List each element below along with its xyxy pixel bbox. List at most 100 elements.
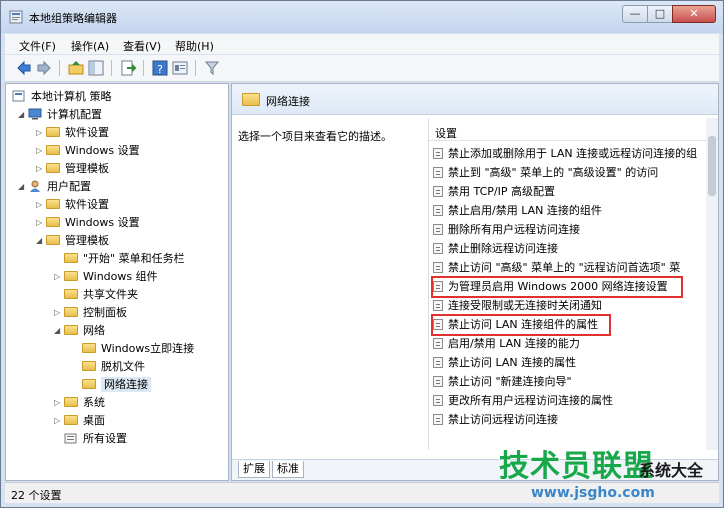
title-bar: 本地组策略编辑器 — □ ✕ [1,1,723,33]
toolbar-separator [195,60,196,76]
menu-file[interactable]: 文件(F) [19,38,56,54]
folder-icon [46,163,60,173]
setting-row[interactable]: 禁止添加或删除用于 LAN 连接或远程访问连接的组 [429,145,707,163]
tree-item-win-components[interactable]: ▷ Windows 组件 [54,268,158,286]
folder-icon [64,307,78,317]
forward-icon[interactable] [35,59,53,77]
expanded-arrow-icon[interactable]: ◢ [18,110,28,119]
tree-item-u-admin[interactable]: ◢ 管理模板 [36,232,109,250]
folder-icon [64,253,78,263]
tree-item-network-connections[interactable]: 网络连接 [82,376,151,394]
export-list-icon[interactable] [119,59,137,77]
policy-root-icon [12,90,25,102]
setting-row[interactable]: 禁止访问 LAN 连接的属性 [429,354,707,372]
folder-icon [64,289,78,299]
tree-item-shared-folders[interactable]: 共享文件夹 [64,286,138,304]
policy-setting-icon [433,413,443,425]
folder-icon [46,127,60,137]
setting-row[interactable]: 禁止到 "高级" 菜单上的 "高级设置" 的访问 [429,164,707,182]
tree-item-c-windows[interactable]: ▷ Windows 设置 [36,142,140,160]
setting-row[interactable]: 删除所有用户远程访问连接 [429,221,707,239]
tab-extended[interactable]: 扩展 [238,461,270,478]
status-text: 22 个设置 [11,489,62,502]
collapsed-arrow-icon[interactable]: ▷ [54,416,64,425]
collapsed-arrow-icon[interactable]: ▷ [54,308,64,317]
folder-icon [64,415,78,425]
setting-row[interactable]: 禁止删除远程访问连接 [429,240,707,258]
tree-item-start-menu[interactable]: "开始" 菜单和任务栏 [64,250,185,268]
pane-header: 网络连接 [232,84,718,115]
up-folder-icon[interactable] [67,59,85,77]
scrollbar-thumb[interactable] [708,136,716,196]
menu-help[interactable]: 帮助(H) [175,38,214,54]
user-icon [30,180,40,192]
show-hide-tree-icon[interactable] [87,59,105,77]
policy-setting-icon [433,261,443,273]
tree-item-u-software[interactable]: ▷ 软件设置 [36,196,109,214]
policy-setting-icon [433,223,443,235]
setting-row[interactable]: 启用/禁用 LAN 连接的能力 [429,335,707,353]
tree-item-system[interactable]: ▷ 系统 [54,394,105,412]
tree-item-all-settings[interactable]: 所有设置 [64,430,127,448]
tree-item-network[interactable]: ◢ 网络 [54,322,105,340]
policy-setting-icon [433,375,443,387]
setting-row[interactable]: 禁止访问 "高级" 菜单上的 "远程访问首选项" 菜 [429,259,707,277]
expanded-arrow-icon[interactable]: ◢ [54,326,64,335]
setting-row[interactable]: 更改所有用户远程访问连接的属性 [429,392,707,410]
description-text: 选择一个项目来查看它的描述。 [238,130,392,143]
help-icon[interactable]: ? [151,59,169,77]
tree-item-c-software[interactable]: ▷ 软件设置 [36,124,109,142]
maximize-button[interactable]: □ [647,5,673,23]
menu-bar: 文件(F) 操作(A) 查看(V) 帮助(H) [5,34,719,54]
policy-setting-icon [433,394,443,406]
collapsed-arrow-icon[interactable]: ▷ [54,398,64,407]
folder-icon [64,325,78,335]
folder-icon [64,271,78,281]
minimize-button[interactable]: — [622,5,648,23]
collapsed-arrow-icon[interactable]: ▷ [36,164,46,173]
tree-item-c-admin[interactable]: ▷ 管理模板 [36,160,109,178]
back-icon[interactable] [15,59,33,77]
close-button[interactable]: ✕ [672,5,716,23]
collapsed-arrow-icon[interactable]: ▷ [54,272,64,281]
expanded-arrow-icon[interactable]: ◢ [36,236,46,245]
tree-item-user-config[interactable]: ◢ 用户配置 [18,178,91,196]
tree-item-control-panel[interactable]: ▷ 控制面板 [54,304,127,322]
policy-setting-icon [433,356,443,368]
filter-icon[interactable] [203,59,221,77]
tab-standard[interactable]: 标准 [272,461,304,478]
expanded-arrow-icon[interactable]: ◢ [18,182,28,191]
tree-item-root[interactable]: 本地计算机 策略 [12,88,112,106]
vertical-scrollbar[interactable] [706,118,718,450]
menu-action[interactable]: 操作(A) [71,38,109,54]
tree-item-computer-config[interactable]: ◢ 计算机配置 [18,106,102,124]
properties-icon[interactable] [171,59,189,77]
tree-item-u-windows[interactable]: ▷ Windows 设置 [36,214,140,232]
pane-title: 网络连接 [266,95,310,108]
settings-list: 设置 禁止添加或删除用于 LAN 连接或远程访问连接的组 禁止到 "高级" 菜单… [428,118,707,450]
tree-item-offline-files[interactable]: 脱机文件 [82,358,145,376]
window-title: 本地组策略编辑器 [29,12,117,25]
watermark-suffix: 系统大全 [639,461,704,480]
menu-view[interactable]: 查看(V) [123,38,161,54]
tree-item-desktop[interactable]: ▷ 桌面 [54,412,105,430]
setting-row[interactable]: 禁止访问 "新建连接向导" [429,373,707,391]
collapsed-arrow-icon[interactable]: ▷ [36,200,46,209]
folder-icon [82,343,96,353]
computer-icon [28,108,42,120]
setting-row[interactable]: 连接受限制或无连接时关闭通知 [429,297,707,315]
policy-setting-icon [433,147,443,159]
column-header-settings[interactable]: 设置 [429,118,707,141]
folder-icon [64,397,78,407]
window: 本地组策略编辑器 — □ ✕ 文件(F) 操作(A) 查看(V) 帮助(H) ?… [0,0,724,508]
setting-row[interactable]: 禁止访问远程访问连接 [429,411,707,429]
policy-setting-icon [433,204,443,216]
collapsed-arrow-icon[interactable]: ▷ [36,128,46,137]
collapsed-arrow-icon[interactable]: ▷ [36,146,46,155]
tree-item-windows-connect-now[interactable]: Windows立即连接 [82,340,194,358]
collapsed-arrow-icon[interactable]: ▷ [36,218,46,227]
setting-row[interactable]: 禁用 TCP/IP 高级配置 [429,183,707,201]
setting-row[interactable]: 禁止启用/禁用 LAN 连接的组件 [429,202,707,220]
folder-icon [46,217,60,227]
folder-icon [242,93,260,106]
